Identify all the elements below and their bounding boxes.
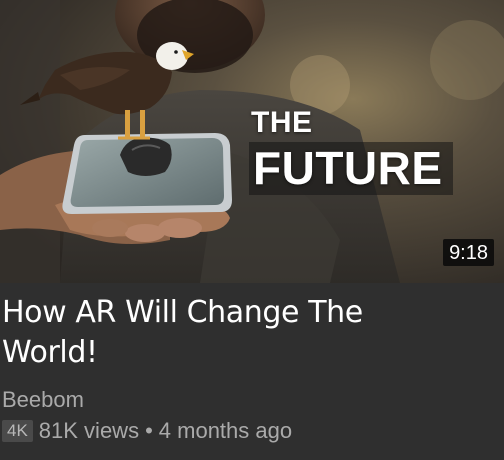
overlay-line-future: FUTURE bbox=[249, 142, 453, 195]
video-metadata: 4K 81K views • 4 months ago bbox=[2, 418, 498, 444]
upload-age: 4 months ago bbox=[158, 418, 293, 443]
video-title[interactable]: How AR Will Change The World! bbox=[2, 293, 442, 373]
meta-separator: • bbox=[145, 418, 153, 443]
video-thumbnail[interactable]: THE FUTURE 9:18 bbox=[0, 0, 504, 283]
thumbnail-overlay-text: THE FUTURE bbox=[249, 108, 489, 195]
video-info: How AR Will Change The World! Beebom 4K … bbox=[0, 293, 498, 444]
channel-name[interactable]: Beebom bbox=[2, 387, 498, 413]
video-card[interactable]: THE FUTURE 9:18 How AR Will Change The W… bbox=[0, 0, 504, 460]
quality-badge: 4K bbox=[2, 420, 33, 442]
overlay-line-the: THE bbox=[251, 106, 313, 139]
duration-badge: 9:18 bbox=[443, 239, 494, 266]
view-count: 81K views bbox=[38, 418, 140, 443]
